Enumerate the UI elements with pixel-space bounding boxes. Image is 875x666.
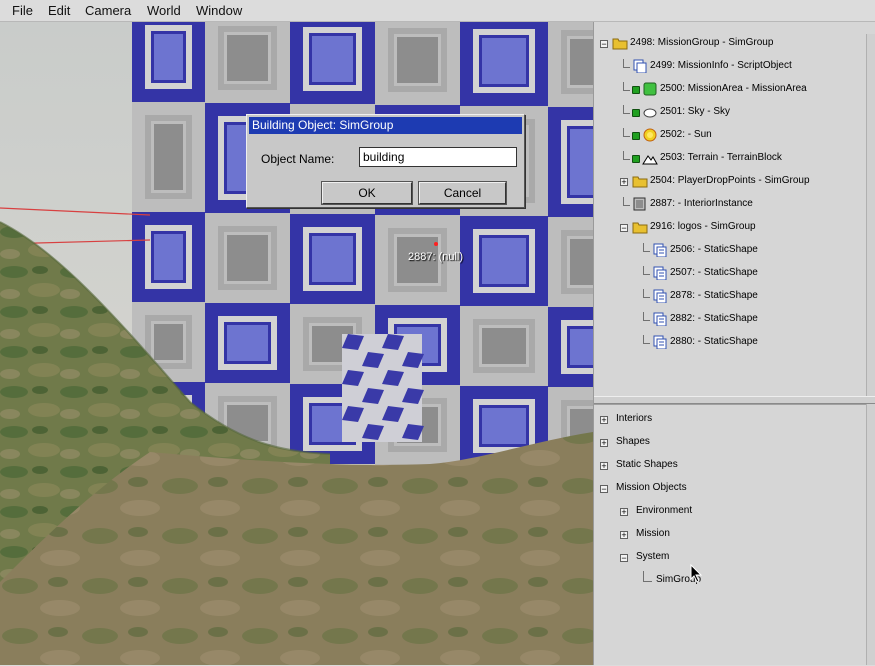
creator-tree-item[interactable]: Environment bbox=[636, 504, 692, 518]
expand-icon[interactable]: + bbox=[600, 439, 608, 448]
object-marker[interactable] bbox=[434, 242, 438, 246]
lock-icon[interactable] bbox=[632, 86, 640, 94]
tree-connector bbox=[623, 105, 630, 114]
creator-tree[interactable]: + Interiors + Shapes + Static Shapes − Mission … bbox=[594, 404, 868, 666]
folder-icon bbox=[612, 38, 628, 50]
menu-edit[interactable]: Edit bbox=[48, 3, 70, 18]
tree-node-label[interactable]: 2501: Sky - Sky bbox=[660, 105, 730, 119]
3d-viewport[interactable]: 2887: (null) Building Object: SimGroup O… bbox=[0, 22, 593, 665]
inspector-panel: − 2498: MissionGroup - SimGroup 2499: Miss… bbox=[593, 22, 875, 665]
menu-file[interactable]: File bbox=[12, 3, 33, 18]
menu-world[interactable]: World bbox=[147, 3, 181, 18]
expand-icon[interactable]: + bbox=[620, 178, 628, 187]
tree-connector bbox=[643, 243, 650, 252]
folder-icon bbox=[632, 176, 648, 188]
collapse-icon[interactable]: − bbox=[620, 224, 628, 233]
small-cube bbox=[342, 334, 424, 442]
sky-icon bbox=[643, 108, 657, 118]
mission-tree[interactable]: − 2498: MissionGroup - SimGroup 2499: Miss… bbox=[594, 34, 868, 396]
creator-tree-item[interactable]: Static Shapes bbox=[616, 458, 678, 472]
collapse-icon[interactable]: − bbox=[620, 554, 628, 563]
object-name-input[interactable] bbox=[359, 147, 517, 167]
static-shape-icon bbox=[653, 335, 667, 349]
object-id-label: 2887: (null) bbox=[408, 251, 464, 263]
expand-icon[interactable]: + bbox=[620, 508, 628, 517]
menu-camera[interactable]: Camera bbox=[85, 3, 131, 18]
tree-node-label[interactable]: 2502: - Sun bbox=[660, 128, 712, 142]
cancel-button[interactable]: Cancel bbox=[418, 181, 507, 205]
tree-connector bbox=[643, 335, 650, 344]
mission-tree-scrollbar[interactable] bbox=[866, 34, 875, 396]
menu-window[interactable]: Window bbox=[196, 3, 242, 18]
terrain-icon bbox=[642, 155, 658, 165]
static-shape-icon bbox=[653, 266, 667, 280]
tree-connector bbox=[623, 82, 630, 91]
creator-tree-item[interactable]: System bbox=[636, 550, 669, 564]
tree-node-label[interactable]: 2887: - InteriorInstance bbox=[650, 197, 753, 211]
building-object-dialog: Building Object: SimGroup Object Name: O… bbox=[246, 114, 525, 208]
script-object-icon bbox=[633, 59, 647, 73]
panel-splitter[interactable] bbox=[594, 396, 875, 404]
tree-connector bbox=[643, 289, 650, 298]
tree-connector bbox=[643, 571, 652, 582]
collapse-icon[interactable]: − bbox=[600, 485, 608, 494]
tree-node-label[interactable]: 2499: MissionInfo - ScriptObject bbox=[650, 59, 792, 73]
static-shape-icon bbox=[653, 243, 667, 257]
lock-icon[interactable] bbox=[632, 109, 640, 117]
creator-tree-item[interactable]: Shapes bbox=[616, 435, 650, 449]
object-name-label: Object Name: bbox=[261, 152, 335, 166]
expand-icon[interactable]: + bbox=[600, 462, 608, 471]
creator-tree-item[interactable]: Interiors bbox=[616, 412, 652, 426]
tree-node-label[interactable]: 2506: - StaticShape bbox=[670, 243, 758, 257]
expand-icon[interactable]: + bbox=[620, 531, 628, 540]
dialog-title: Building Object: SimGroup bbox=[249, 117, 522, 134]
expand-icon[interactable]: + bbox=[600, 416, 608, 425]
tree-node-label[interactable]: 2500: MissionArea - MissionArea bbox=[660, 82, 807, 96]
tree-node-label[interactable]: 2916: logos - SimGroup bbox=[650, 220, 756, 234]
tree-connector bbox=[643, 266, 650, 275]
tree-connector bbox=[623, 197, 630, 206]
ok-button[interactable]: OK bbox=[321, 181, 413, 205]
creator-tree-scrollbar[interactable] bbox=[866, 404, 875, 665]
tree-node-label[interactable]: 2878: - StaticShape bbox=[670, 289, 758, 303]
tree-connector bbox=[623, 128, 630, 137]
lock-icon[interactable] bbox=[632, 132, 640, 140]
static-shape-icon bbox=[653, 312, 667, 326]
tree-node-label[interactable]: 2504: PlayerDropPoints - SimGroup bbox=[650, 174, 810, 188]
interior-icon bbox=[633, 197, 646, 211]
lock-icon[interactable] bbox=[632, 155, 640, 163]
folder-icon bbox=[632, 222, 648, 234]
static-shape-icon bbox=[653, 289, 667, 303]
tree-connector bbox=[643, 312, 650, 321]
tree-node-label[interactable]: 2507: - StaticShape bbox=[670, 266, 758, 280]
creator-tree-item[interactable]: Mission bbox=[636, 527, 670, 541]
mission-area-icon bbox=[643, 82, 657, 96]
tree-connector bbox=[623, 151, 630, 160]
sun-icon bbox=[643, 128, 657, 142]
tree-connector bbox=[623, 59, 630, 68]
mouse-cursor-icon bbox=[690, 564, 703, 583]
tree-node-label[interactable]: 2503: Terrain - TerrainBlock bbox=[660, 151, 782, 165]
tree-node-label[interactable]: 2498: MissionGroup - SimGroup bbox=[630, 36, 773, 50]
menu-bar: File Edit Camera World Window bbox=[0, 0, 875, 22]
collapse-icon[interactable]: − bbox=[600, 40, 608, 49]
creator-tree-item[interactable]: Mission Objects bbox=[616, 481, 687, 495]
tree-node-label[interactable]: 2880: - StaticShape bbox=[670, 335, 758, 349]
tree-node-label[interactable]: 2882: - StaticShape bbox=[670, 312, 758, 326]
